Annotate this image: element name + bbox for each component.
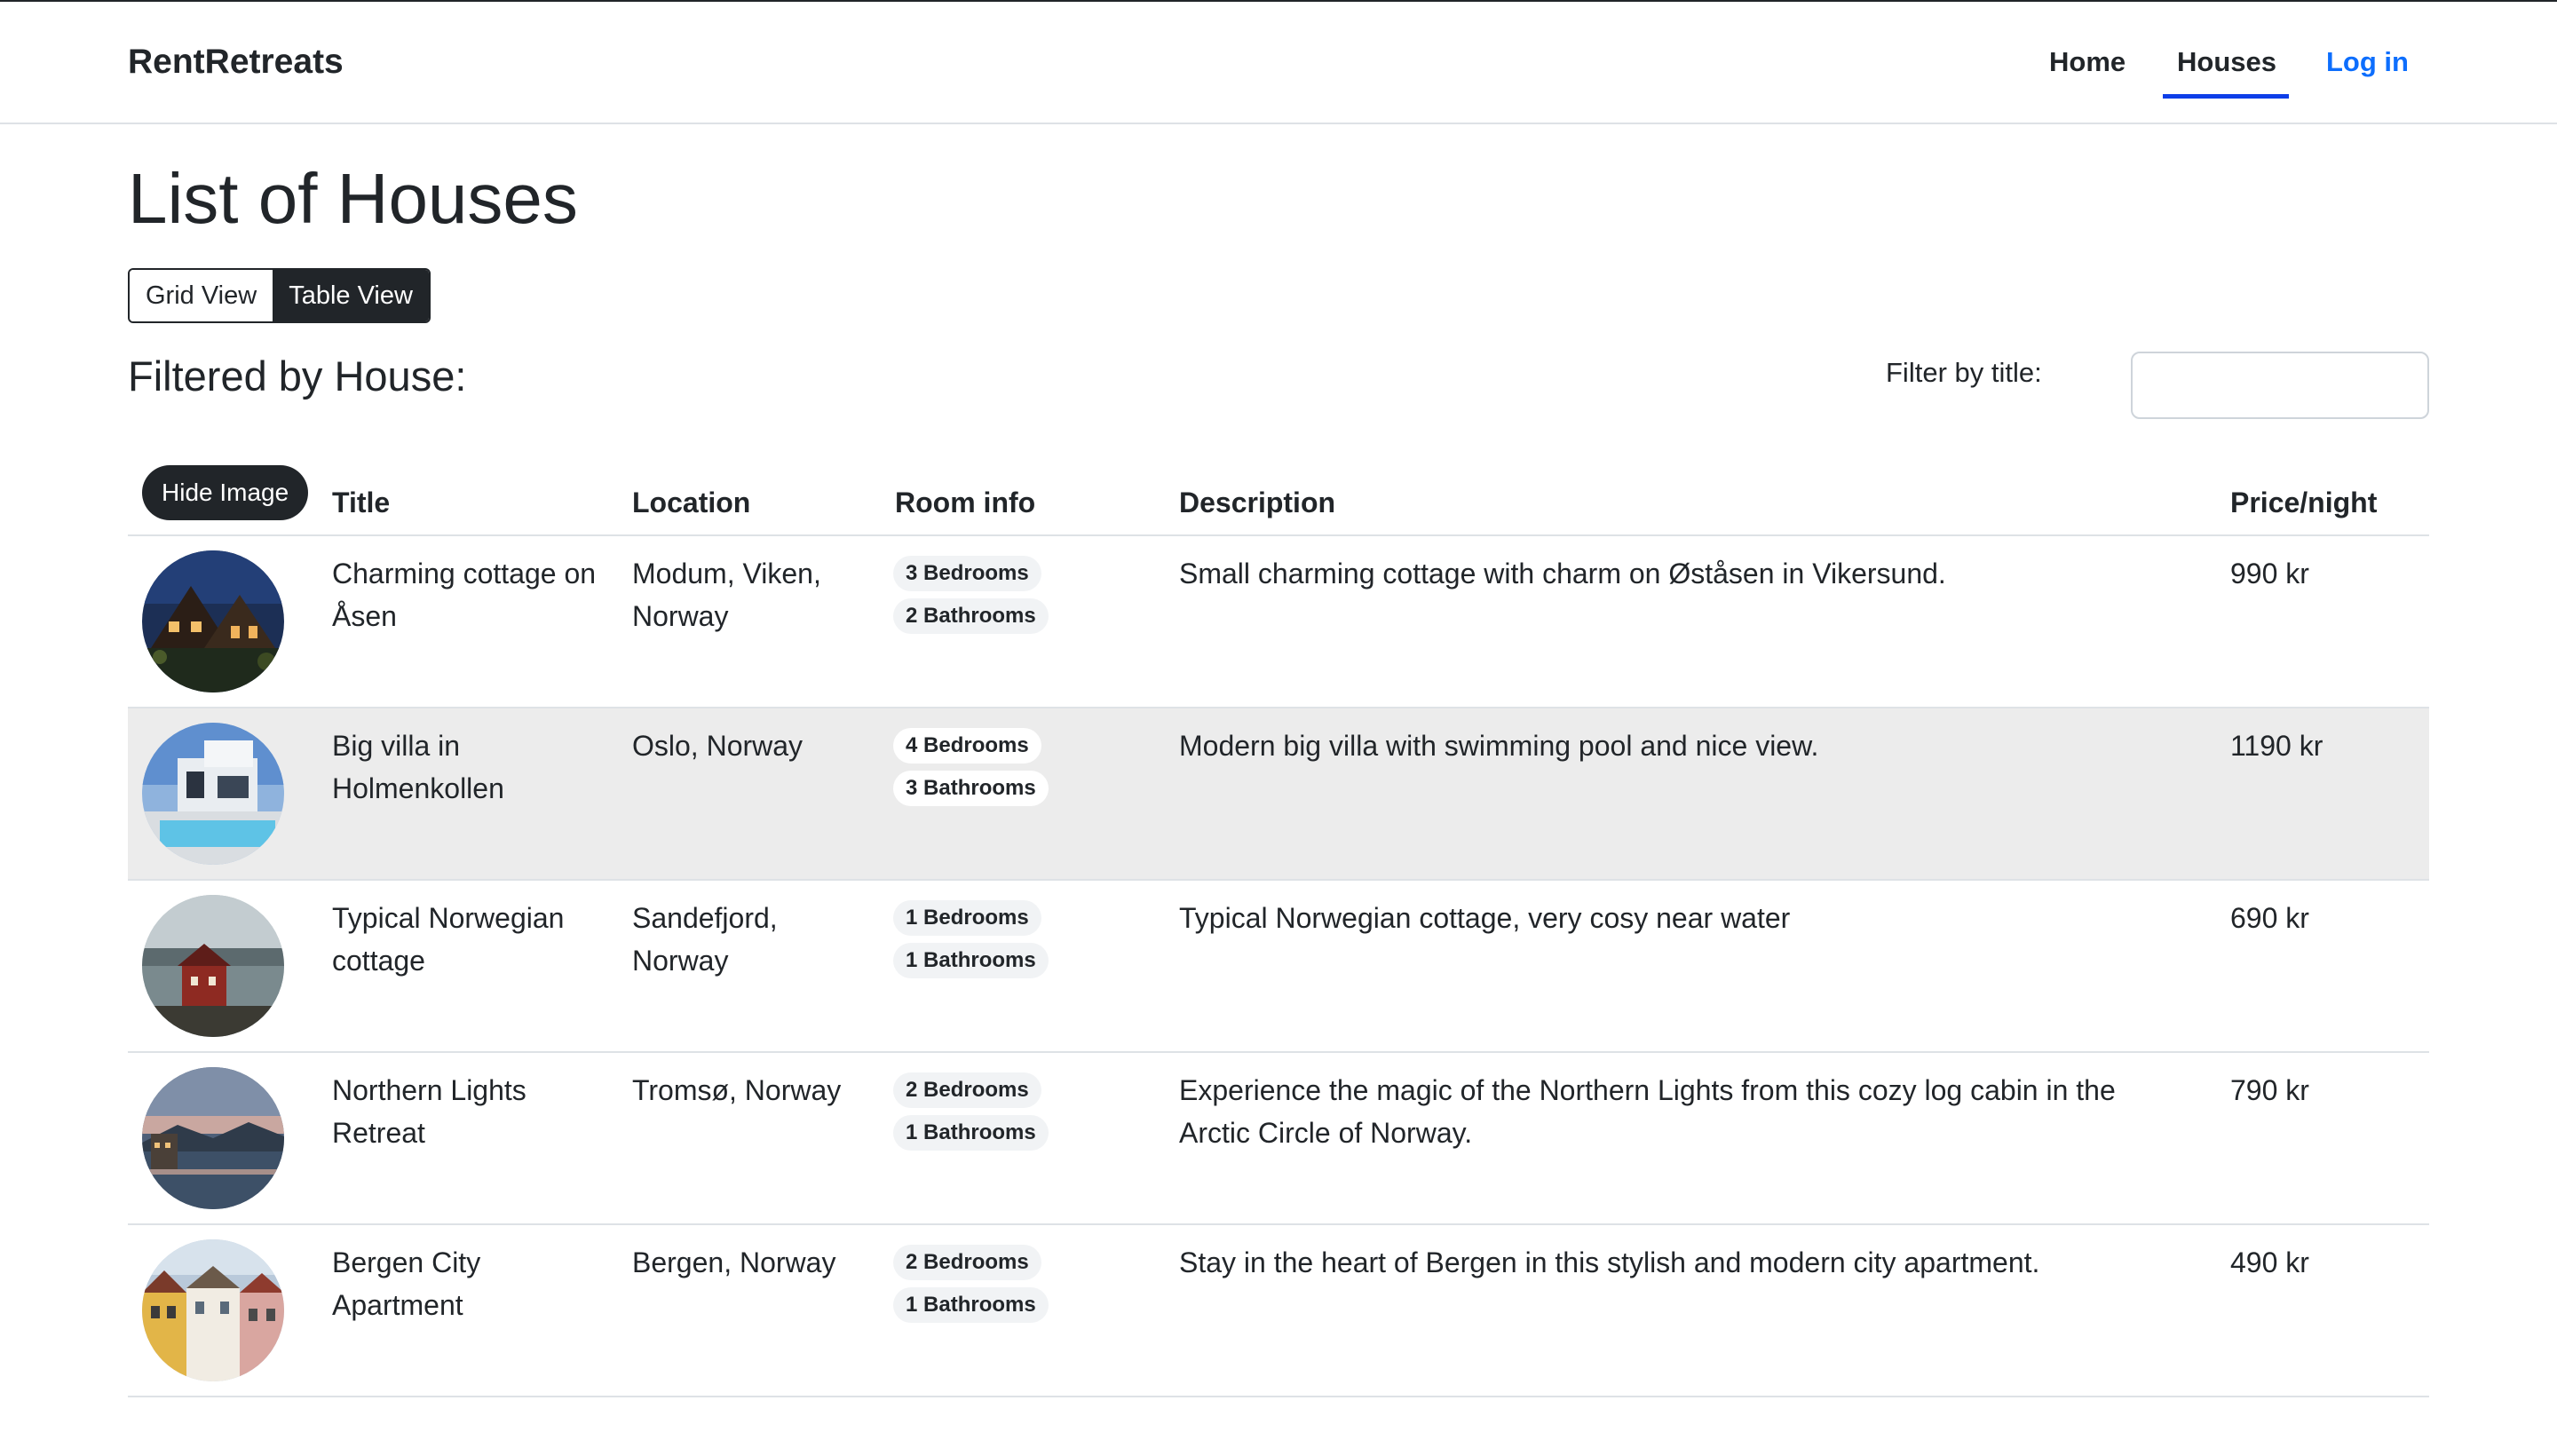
nav-home-link[interactable]: Home xyxy=(2049,41,2126,83)
bathrooms-badge: 1 Bathrooms xyxy=(893,1115,1049,1151)
filtered-by-heading: Filtered by House: xyxy=(128,352,467,400)
house-location: Bergen, Norway xyxy=(632,1246,836,1278)
house-description: Modern big villa with swimming pool and … xyxy=(1179,730,1819,762)
table-row[interactable]: Bergen City Apartment Bergen, Norway 2 B… xyxy=(128,1225,2429,1397)
bergen-houses-photo xyxy=(142,1239,284,1381)
house-title: Northern Lights Retreat xyxy=(332,1074,526,1149)
column-header-description: Description xyxy=(1179,487,1336,518)
bedrooms-badge: 4 Bedrooms xyxy=(893,728,1041,764)
room-info: 2 Bedrooms 1 Bathrooms xyxy=(893,1245,1049,1330)
filter-title-input[interactable] xyxy=(2131,352,2429,419)
house-location: Oslo, Norway xyxy=(632,730,804,762)
house-title: Charming cottage on Åsen xyxy=(332,558,597,632)
table-view-button[interactable]: Table View xyxy=(273,270,429,321)
house-price: 1190 kr xyxy=(2230,730,2323,762)
house-price: 990 kr xyxy=(2230,558,2309,590)
active-nav-indicator xyxy=(2163,94,2289,99)
hide-image-button[interactable]: Hide Image xyxy=(142,465,309,520)
page-title: List of Houses xyxy=(128,159,578,238)
house-description: Typical Norwegian cottage, very cosy nea… xyxy=(1179,902,1791,934)
house-thumbnail xyxy=(142,723,284,865)
night-cottage-photo xyxy=(142,550,284,692)
house-description: Small charming cottage with charm on Øst… xyxy=(1179,558,1946,590)
bathrooms-badge: 1 Bathrooms xyxy=(893,943,1049,978)
house-price: 790 kr xyxy=(2230,1074,2309,1106)
bathrooms-badge: 3 Bathrooms xyxy=(893,771,1049,806)
house-price: 490 kr xyxy=(2230,1246,2309,1278)
room-info: 3 Bedrooms 2 Bathrooms xyxy=(893,556,1049,641)
house-thumbnail xyxy=(142,1239,284,1381)
column-header-room-info: Room info xyxy=(895,487,1036,518)
bathrooms-badge: 1 Bathrooms xyxy=(893,1287,1049,1323)
house-thumbnail xyxy=(142,1067,284,1209)
brand-logo[interactable]: RentRetreats xyxy=(128,41,344,83)
table-header: Hide Image Title Location Room info Desc… xyxy=(128,462,2429,536)
view-toggle: Grid View Table View xyxy=(128,268,431,323)
house-location: Modum, Viken, Norway xyxy=(632,558,821,632)
house-location: Tromsø, Norway xyxy=(632,1074,842,1106)
bedrooms-badge: 2 Bedrooms xyxy=(893,1245,1041,1280)
house-thumbnail xyxy=(142,895,284,1037)
house-location: Sandefjord, Norway xyxy=(632,902,778,977)
red-cottage-water-photo xyxy=(142,895,284,1037)
navbar: RentRetreats Home Houses Log in xyxy=(0,2,2557,124)
filter-label: Filter by title: xyxy=(1886,357,2042,388)
bedrooms-badge: 1 Bedrooms xyxy=(893,900,1041,936)
house-title: Typical Norwegian cottage xyxy=(332,902,565,977)
room-info: 2 Bedrooms 1 Bathrooms xyxy=(893,1072,1049,1158)
column-header-price: Price/night xyxy=(2230,487,2378,518)
houses-table: Hide Image Title Location Room info Desc… xyxy=(128,462,2429,1397)
nav-houses-link[interactable]: Houses xyxy=(2177,41,2276,83)
house-description: Experience the magic of the Northern Lig… xyxy=(1179,1074,2116,1149)
table-row[interactable]: Big villa in Holmenkollen Oslo, Norway 4… xyxy=(128,708,2429,881)
bedrooms-badge: 3 Bedrooms xyxy=(893,556,1041,591)
bedrooms-badge: 2 Bedrooms xyxy=(893,1072,1041,1108)
fjord-dusk-photo xyxy=(142,1067,284,1209)
house-title: Big villa in Holmenkollen xyxy=(332,730,504,804)
room-info: 4 Bedrooms 3 Bathrooms xyxy=(893,728,1049,813)
table-row[interactable]: Charming cottage on Åsen Modum, Viken, N… xyxy=(128,536,2429,708)
grid-view-button[interactable]: Grid View xyxy=(130,270,273,321)
nav-login-link[interactable]: Log in xyxy=(2326,41,2409,83)
modern-villa-pool-photo xyxy=(142,723,284,865)
room-info: 1 Bedrooms 1 Bathrooms xyxy=(893,900,1049,985)
bathrooms-badge: 2 Bathrooms xyxy=(893,598,1049,634)
table-row[interactable]: Northern Lights Retreat Tromsø, Norway 2… xyxy=(128,1053,2429,1225)
column-header-location: Location xyxy=(632,487,751,518)
house-description: Stay in the heart of Bergen in this styl… xyxy=(1179,1246,2040,1278)
column-header-title: Title xyxy=(332,487,391,518)
table-row[interactable]: Typical Norwegian cottage Sandefjord, No… xyxy=(128,881,2429,1053)
house-title: Bergen City Apartment xyxy=(332,1246,481,1321)
house-price: 690 kr xyxy=(2230,902,2309,934)
house-thumbnail xyxy=(142,550,284,692)
